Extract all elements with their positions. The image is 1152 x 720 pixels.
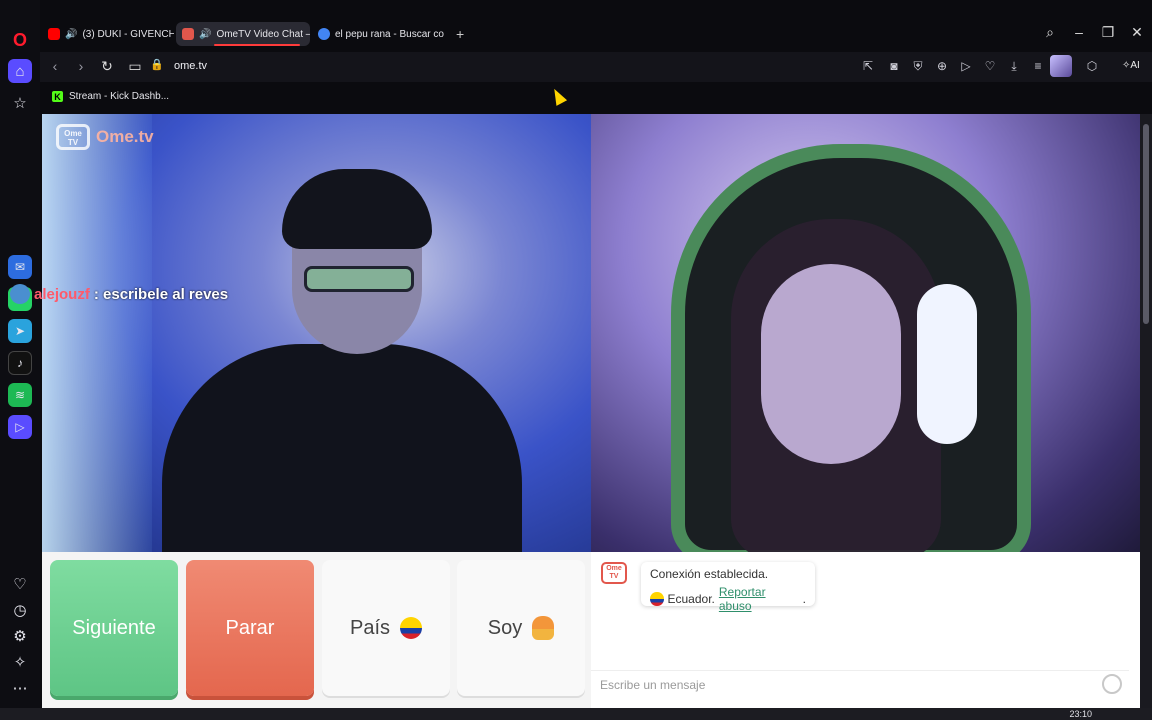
close-icon[interactable]: ✕ (1127, 24, 1147, 41)
avatar (10, 284, 30, 304)
address-bar: ‹ › ↻ ▭ 🔒 ome.tv ⇱ ◙ ⛨ ⊕ ▷ ♡ ⤓ ≡ ⬡ ✧AI (40, 52, 1152, 82)
bookmark-label: Stream - Kick Dashb... (69, 91, 170, 102)
snapshot-icon[interactable]: ▭ (126, 58, 144, 75)
history-icon[interactable]: ◷ (8, 598, 32, 622)
sidebar: O ⌂ ☆ ✉ ✆ ➤ ♪ ≋ ▷ ♡ ◷ ⚙ ✧ ⋯ (0, 0, 40, 708)
country-label: País (349, 616, 391, 639)
more-icon[interactable]: ⋯ (8, 676, 32, 700)
google-icon (318, 28, 330, 40)
report-abuse-link[interactable]: Reportar abuso (719, 585, 799, 613)
share-icon[interactable]: ⇱ (860, 59, 876, 73)
shield-icon[interactable]: ⛨ (910, 59, 926, 74)
new-tab-button[interactable]: + (450, 22, 470, 46)
system-message: Conexión establecida. Ecuador. Reportar … (641, 562, 815, 613)
woman-icon (532, 616, 555, 640)
tiktok-icon[interactable]: ♪ (8, 351, 32, 375)
country-button[interactable]: País (322, 560, 450, 696)
brand-name: Ome.tv (96, 127, 154, 146)
next-label: Siguiente (72, 616, 156, 639)
star-icon[interactable]: ☆ (8, 91, 32, 115)
stop-button[interactable]: Parar (186, 560, 314, 696)
opera-icon[interactable]: O (8, 28, 32, 52)
reload-icon[interactable]: ↻ (98, 58, 116, 75)
plus-icon: + (456, 26, 465, 42)
overlay-username: alejouzf (34, 285, 90, 303)
tab-label: (3) DUKI - GIVENCHY (82, 28, 174, 40)
bulb-icon[interactable]: ✧ (8, 650, 32, 674)
player-icon[interactable]: ▷ (8, 415, 32, 439)
partner-country: Ecuador. (667, 592, 715, 606)
ometv-logo: Ome TV Ome.tv (56, 124, 154, 150)
ecuador-flag-icon (650, 592, 664, 606)
translate-icon[interactable]: ⊕ (934, 59, 950, 73)
remote-video (591, 114, 1140, 552)
tab-duki[interactable]: 🔊 (3) DUKI - GIVENCHY (42, 22, 174, 46)
overlay-message: : escribele al reves (93, 285, 229, 303)
maximize-icon[interactable]: ❐ (1098, 24, 1118, 41)
forward-icon[interactable]: › (72, 58, 90, 74)
audio-indicator (214, 44, 300, 46)
home-icon[interactable]: ⌂ (8, 59, 32, 83)
bookmarks-bar: K Stream - Kick Dashb... (40, 84, 1152, 112)
messenger-icon[interactable]: ✉ (8, 255, 32, 279)
menu-icon[interactable]: ≡ (1030, 59, 1046, 73)
minimize-icon[interactable]: – (1069, 24, 1089, 40)
stop-label: Parar (225, 616, 275, 639)
emoji-icon[interactable] (1102, 674, 1122, 694)
youtube-icon (48, 28, 60, 40)
camera-icon[interactable]: ◙ (886, 59, 902, 73)
ometv-favicon (182, 28, 194, 40)
heart-icon[interactable]: ♡ (982, 59, 998, 73)
audio-icon[interactable]: 🔊 (65, 29, 77, 40)
back-icon[interactable]: ‹ (46, 58, 64, 74)
play-icon[interactable]: ▷ (958, 59, 974, 73)
url-field[interactable]: ome.tv (174, 60, 207, 72)
avatar[interactable] (1050, 55, 1072, 77)
spotify-icon[interactable]: ≋ (8, 383, 32, 407)
bookmark-kick[interactable]: K Stream - Kick Dashb... (52, 91, 169, 102)
ometv-page: Ome TV Ome.tv Siguiente Parar País Soy O… (42, 114, 1140, 708)
colombia-flag-icon (400, 617, 423, 639)
search-tabs-icon[interactable]: ⌕ (1040, 24, 1060, 41)
tab-label: el pepu rana - Buscar con (335, 28, 444, 40)
lock-icon[interactable]: 🔒 (148, 58, 166, 71)
ai-button[interactable]: ✧AI (1122, 60, 1140, 71)
extensions-icon[interactable]: ⬡ (1084, 59, 1100, 73)
audio-icon[interactable]: 🔊 (199, 29, 211, 40)
chat-panel: Ome TV Conexión establecida. Ecuador. Re… (591, 552, 1140, 708)
download-icon[interactable]: ⤓ (1006, 59, 1022, 74)
tab-bar: 🔊 (3) DUKI - GIVENCHY 🔊 OmeTV Video Chat… (40, 20, 1152, 48)
tab-google[interactable]: el pepu rana - Buscar con (312, 22, 444, 46)
heart-icon[interactable]: ♡ (8, 572, 32, 596)
settings-icon[interactable]: ⚙ (8, 624, 32, 648)
tv-icon: Ome TV (56, 124, 90, 150)
stream-chat-overlay: alejouzf : escribele al reves (10, 284, 228, 304)
taskbar-clock: 23:10 (1069, 709, 1092, 719)
gender-label: Soy (487, 616, 523, 639)
taskbar: 23:10 (0, 708, 1152, 720)
ai-label: AI (1130, 60, 1140, 71)
connection-status: Conexión establecida. (650, 567, 769, 581)
control-buttons: Siguiente Parar País Soy (42, 552, 591, 708)
ometv-chat-icon: Ome TV (601, 562, 627, 584)
scrollbar[interactable] (1140, 114, 1152, 708)
kick-icon: K (52, 91, 63, 102)
local-video: Ome TV Ome.tv (42, 114, 591, 552)
tab-ometv[interactable]: 🔊 OmeTV Video Chat — (176, 22, 310, 46)
tab-label: OmeTV Video Chat — (216, 28, 310, 40)
next-button[interactable]: Siguiente (50, 560, 178, 696)
message-input[interactable]: Escribe un mensaje (591, 670, 1129, 698)
gender-button[interactable]: Soy (457, 560, 585, 696)
telegram-icon[interactable]: ➤ (8, 319, 32, 343)
